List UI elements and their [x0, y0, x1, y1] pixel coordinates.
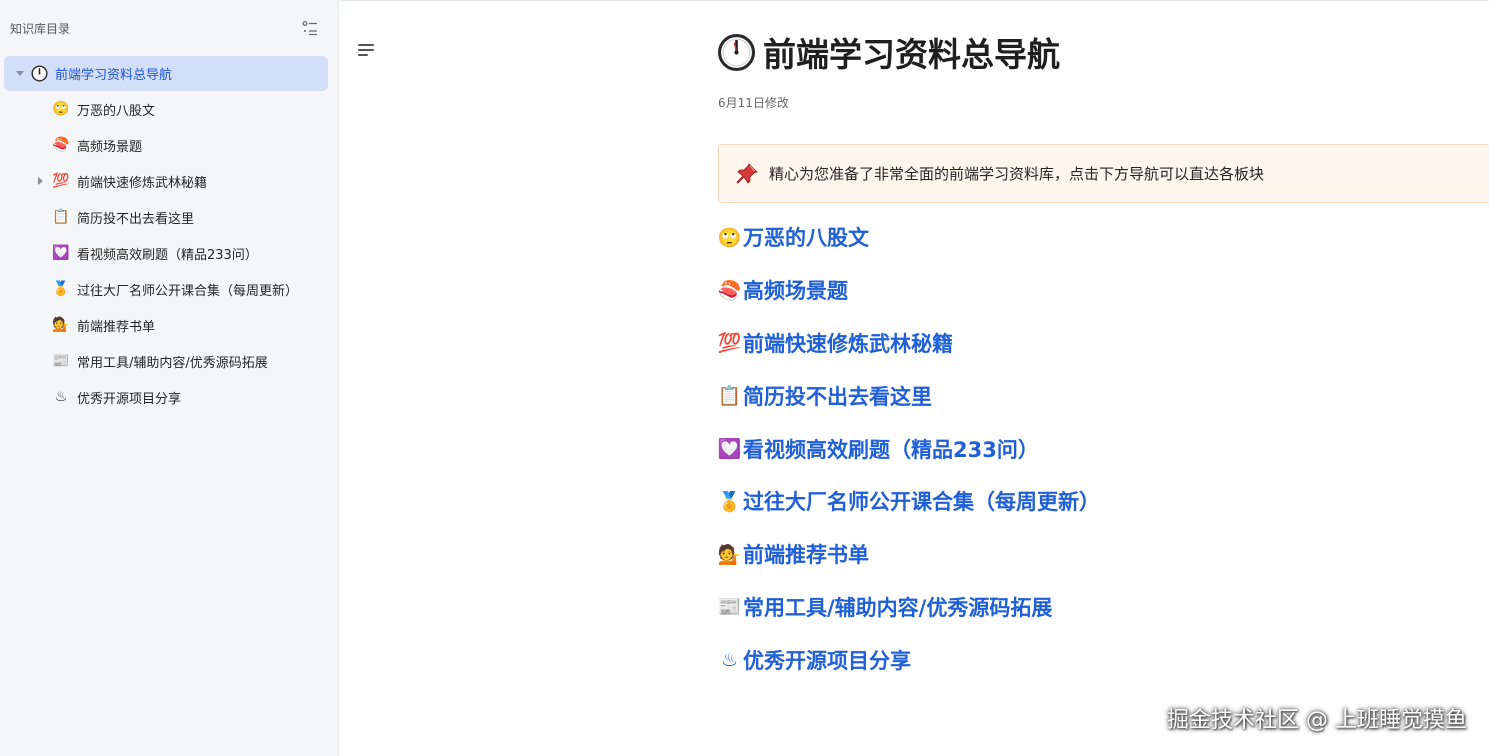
- medal-icon: 🏅: [717, 490, 742, 513]
- sidebar-item-nav-root[interactable]: 前端学习资料总导航: [4, 56, 328, 91]
- sushi-icon: 🍣: [52, 137, 70, 153]
- sidebar-item[interactable]: 🍣 高频场景题: [0, 127, 338, 163]
- newspaper-icon: 📰: [52, 353, 70, 369]
- sidebar-item[interactable]: 📋 简历投不出去看这里: [0, 199, 338, 235]
- sidebar-header: 知识库目录: [0, 0, 338, 56]
- pushpin-icon: [736, 162, 758, 184]
- doc-nav-link-label: 前端快速修炼武林秘籍: [743, 331, 953, 356]
- sidebar-item-label: 看视频高效刷题（精品233问）: [77, 247, 258, 263]
- hundred-points-icon: 💯: [52, 173, 70, 189]
- doc-nav-link-label: 常用工具/辅助内容/优秀源码拓展: [743, 595, 1053, 620]
- newspaper-icon: 📰: [717, 596, 742, 619]
- hot-springs-icon: ♨: [54, 389, 68, 405]
- doc-nav-link-label: 看视频高效刷题（精品233问）: [743, 437, 1039, 462]
- doc-nav-link[interactable]: 💯 前端快速修炼武林秘籍: [718, 317, 1489, 370]
- sidebar-item[interactable]: 🏅 过往大厂名师公开课合集（每周更新）: [0, 271, 338, 307]
- sushi-icon: 🍣: [717, 279, 742, 302]
- doc-nav-link[interactable]: ♨ 优秀开源项目分享: [718, 633, 1489, 686]
- clock-icon: [30, 65, 48, 83]
- outline-menu-icon[interactable]: [358, 43, 374, 57]
- clipboard-icon: 📋: [717, 385, 742, 408]
- sidebar-item-label: 简历投不出去看这里: [77, 211, 195, 227]
- doc-nav-link-label: 高频场景题: [743, 279, 848, 304]
- doc-nav-link-label: 过往大厂名师公开课合集（每周更新）: [743, 490, 1100, 515]
- caret-down-icon[interactable]: [16, 71, 24, 76]
- sidebar-item-label: 前端推荐书单: [77, 319, 156, 335]
- hundred-points-icon: 💯: [717, 332, 742, 355]
- watermark: 掘金技术社区 @ 上班睡觉摸鱼: [1167, 708, 1467, 733]
- sidebar-item[interactable]: 💟 看视频高效刷题（精品233问）: [0, 235, 338, 271]
- medal-icon: 🏅: [52, 281, 70, 297]
- sidebar-item[interactable]: 💯 前端快速修炼武林秘籍: [0, 163, 338, 199]
- sidebar-item-label: 前端快速修炼武林秘籍: [77, 175, 208, 191]
- nav-link-list: 🙄 万恶的八股文 🍣 高频场景题 💯 前端快速修炼武林秘籍 📋 简历投不出去看这里 💟 看视频高效…: [718, 211, 1489, 686]
- doc-nav-link-label: 前端推荐书单: [743, 543, 869, 568]
- callout-text: 精心为您准备了非常全面的前端学习资料库，点击下方导航可以直达各板块: [769, 165, 1265, 183]
- doc-nav-link-label: 万恶的八股文: [743, 226, 869, 251]
- page-title: 前端学习资料总导航: [718, 29, 1489, 75]
- caret-right-icon[interactable]: [38, 177, 43, 185]
- sidebar-item-label: 高频场景题: [77, 139, 143, 155]
- main-content: 前端学习资料总导航 6月11日修改 精心为您准备了非常全面的前端学习资料库，点击…: [340, 0, 1489, 756]
- doc-nav-link[interactable]: 💁 前端推荐书单: [718, 528, 1489, 581]
- doc-nav-link-label: 简历投不出去看这里: [743, 384, 932, 409]
- hot-springs-icon: ♨: [720, 648, 739, 671]
- person-tipping-hand-icon: 💁: [52, 317, 70, 333]
- sidebar-item-label: 常用工具/辅助内容/优秀源码拓展: [77, 355, 268, 371]
- heart-badge-icon: 💟: [717, 438, 742, 461]
- doc-nav-link[interactable]: 📋 简历投不出去看这里: [718, 369, 1489, 422]
- sidebar-tree: 前端学习资料总导航 🙄 万恶的八股文 🍣 高频场景题 💯 前端快速修炼武林秘籍 📋 简历投不出去…: [0, 56, 338, 415]
- eyeroll-face-icon: 🙄: [52, 101, 70, 117]
- toc-list-icon[interactable]: [302, 20, 318, 36]
- sidebar-item[interactable]: ♨ 优秀开源项目分享: [0, 379, 338, 415]
- heart-badge-icon: 💟: [52, 245, 70, 261]
- eyeroll-face-icon: 🙄: [717, 226, 742, 249]
- doc-nav-link[interactable]: 🍣 高频场景题: [718, 264, 1489, 317]
- app-window: 知识库目录 前端学习资料总导航 🙄 万恶的八股文 🍣 高频场景题 💯 前端快速修炼武林秘籍 📋…: [0, 0, 1489, 756]
- sidebar-item-label: 过往大厂名师公开课合集（每周更新）: [77, 283, 299, 299]
- person-tipping-hand-icon: 💁: [717, 543, 742, 566]
- clock-icon: [718, 33, 755, 71]
- callout-box: 精心为您准备了非常全面的前端学习资料库，点击下方导航可以直达各板块: [718, 144, 1489, 203]
- doc-nav-link[interactable]: 🙄 万恶的八股文: [718, 211, 1489, 264]
- clipboard-icon: 📋: [52, 209, 70, 225]
- doc-nav-link[interactable]: 🏅 过往大厂名师公开课合集（每周更新）: [718, 475, 1489, 528]
- sidebar-item-label: 优秀开源项目分享: [77, 391, 182, 407]
- doc-nav-link[interactable]: 📰 常用工具/辅助内容/优秀源码拓展: [718, 581, 1489, 634]
- sidebar-title: 知识库目录: [10, 21, 71, 36]
- sidebar-item-label: 前端学习资料总导航: [55, 68, 173, 83]
- modified-date: 6月11日修改: [718, 96, 789, 110]
- sidebar-item[interactable]: 🙄 万恶的八股文: [0, 91, 338, 127]
- sidebar: 知识库目录 前端学习资料总导航 🙄 万恶的八股文 🍣 高频场景题 💯 前端快速修炼武林秘籍 📋…: [0, 0, 339, 756]
- page-title-text: 前端学习资料总导航: [763, 35, 1060, 74]
- document: 前端学习资料总导航 6月11日修改 精心为您准备了非常全面的前端学习资料库，点击…: [718, 29, 1489, 686]
- doc-nav-link-label: 优秀开源项目分享: [743, 648, 911, 673]
- sidebar-item[interactable]: 📰 常用工具/辅助内容/优秀源码拓展: [0, 343, 338, 379]
- sidebar-item-label: 万恶的八股文: [77, 103, 156, 119]
- sidebar-item[interactable]: 💁 前端推荐书单: [0, 307, 338, 343]
- doc-nav-link[interactable]: 💟 看视频高效刷题（精品233问）: [718, 422, 1489, 475]
